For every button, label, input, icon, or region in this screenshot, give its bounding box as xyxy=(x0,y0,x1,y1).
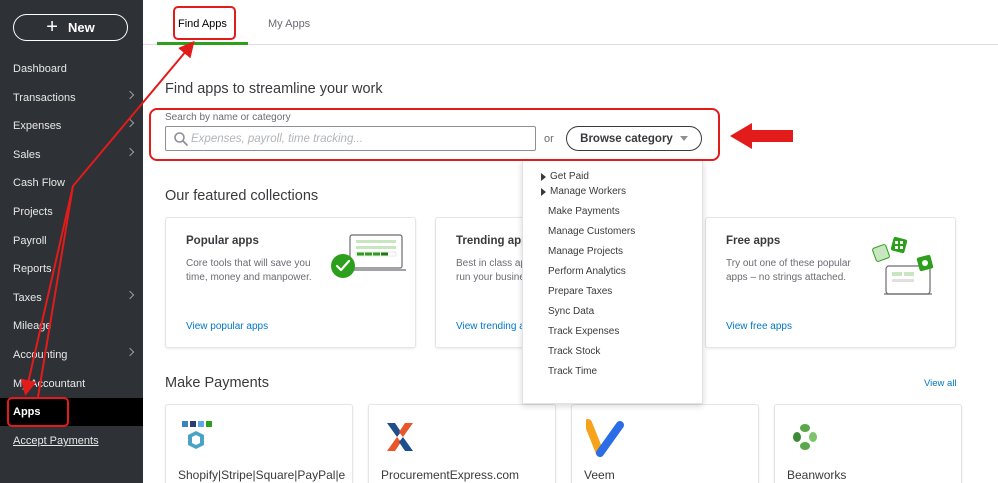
app-card-shopify[interactable]: Shopify|Stripe|Square|PayPal|e xyxy=(165,404,353,483)
chevron-right-icon xyxy=(125,118,135,128)
card-title: Free apps xyxy=(726,235,781,247)
dropdown-item-perform-analytics[interactable]: Perform Analytics xyxy=(548,266,626,277)
make-payments-title: Make Payments xyxy=(165,375,269,391)
app-name: Shopify|Stripe|Square|PayPal|e xyxy=(178,468,346,482)
dropdown-item-get-paid[interactable]: Get Paid xyxy=(541,171,589,182)
dropdown-item-manage-projects[interactable]: Manage Projects xyxy=(548,246,623,257)
chevron-right-icon xyxy=(125,290,135,300)
dropdown-item-track-expenses[interactable]: Track Expenses xyxy=(548,326,619,337)
expand-arrow-icon xyxy=(541,188,546,196)
sidebar-item-label: Projects xyxy=(13,206,53,218)
sidebar-item-accept-payments[interactable]: Accept Payments xyxy=(0,427,143,455)
highlight-find-apps-tab xyxy=(173,6,236,40)
sidebar-item-taxes[interactable]: Taxes xyxy=(0,284,143,312)
dropdown-item-track-time[interactable]: Track Time xyxy=(548,366,597,377)
sidebar-item-label: Mileage xyxy=(13,320,52,332)
app-card-beanworks[interactable]: Beanworks xyxy=(774,404,962,483)
sidebar-item-label: Expenses xyxy=(13,120,62,132)
procurementexpress-logo-icon xyxy=(387,423,413,451)
dropdown-item-manage-workers[interactable]: Manage Workers xyxy=(541,186,626,197)
app-card-procurementexpress[interactable]: ProcurementExpress.com xyxy=(368,404,556,483)
sidebar-item-mileage[interactable]: Mileage xyxy=(0,312,143,340)
sidebar-item-label: Payroll xyxy=(13,235,47,247)
plus-icon: + xyxy=(46,15,58,38)
free-apps-illustration xyxy=(872,236,934,295)
card-title: Popular apps xyxy=(186,235,259,247)
chevron-right-icon xyxy=(125,90,135,100)
sidebar-item-label: Reports xyxy=(13,263,52,275)
featured-card-free[interactable]: Free apps Try out one of these popular a… xyxy=(705,217,956,348)
sidebar-item-label: Transactions xyxy=(13,92,76,104)
sidebar-item-my-accountant[interactable]: My Accountant xyxy=(0,370,143,398)
featured-card-popular[interactable]: Popular apps Core tools that will save y… xyxy=(165,217,416,348)
tab-my-apps[interactable]: My Apps xyxy=(268,18,310,30)
sidebar-item-label: My Accountant xyxy=(13,378,86,390)
highlight-apps-nav xyxy=(7,397,69,427)
sidebar-item-dashboard[interactable]: Dashboard xyxy=(0,55,143,83)
dropdown-item-sync-data[interactable]: Sync Data xyxy=(548,306,594,317)
dropdown-item-manage-customers[interactable]: Manage Customers xyxy=(548,226,635,237)
view-popular-apps-link[interactable]: View popular apps xyxy=(186,321,268,332)
dropdown-item-prepare-taxes[interactable]: Prepare Taxes xyxy=(548,286,612,297)
active-tab-indicator xyxy=(157,42,248,45)
browse-category-dropdown: Get Paid Manage Workers Make Payments Ma… xyxy=(522,160,703,404)
app-card-veem[interactable]: Veem xyxy=(571,404,759,483)
view-free-apps-link[interactable]: View free apps xyxy=(726,321,792,332)
card-description-line: apps – no strings attached. xyxy=(726,272,847,283)
sidebar-item-expenses[interactable]: Expenses xyxy=(0,112,143,140)
app-name: Beanworks xyxy=(787,468,847,482)
dropdown-item-make-payments[interactable]: Make Payments xyxy=(548,206,620,217)
view-all-link[interactable]: View all xyxy=(924,378,957,389)
app-name: ProcurementExpress.com xyxy=(381,468,520,482)
sidebar-item-sales[interactable]: Sales xyxy=(0,141,143,169)
shopify-multi-logo-icon xyxy=(182,421,212,449)
sidebar-item-label: Accept Payments xyxy=(13,435,99,447)
app-name: Veem xyxy=(584,468,615,482)
new-button[interactable]: + New xyxy=(13,14,128,41)
sidebar-item-reports[interactable]: Reports xyxy=(0,255,143,283)
featured-collections-title: Our featured collections xyxy=(165,188,319,204)
arrow-left-icon xyxy=(730,123,793,149)
sidebar-item-label: Dashboard xyxy=(13,63,67,75)
card-description-line: time, money and manpower. xyxy=(186,272,312,283)
sidebar-item-label: Cash Flow xyxy=(13,177,65,189)
card-description-line: Core tools that will save you xyxy=(186,258,311,269)
sidebar-item-payroll[interactable]: Payroll xyxy=(0,227,143,255)
sidebar-item-accounting[interactable]: Accounting xyxy=(0,341,143,369)
sidebar-item-label: Sales xyxy=(13,149,41,161)
page-title: Find apps to streamline your work xyxy=(165,81,383,97)
sidebar-item-label: Taxes xyxy=(13,292,42,304)
sidebar-item-cash-flow[interactable]: Cash Flow xyxy=(0,169,143,197)
card-description-line: Try out one of these popular xyxy=(726,258,851,269)
tabs-divider xyxy=(143,44,998,45)
veem-logo-icon xyxy=(586,419,624,457)
chevron-right-icon xyxy=(125,147,135,157)
dropdown-item-label: Get Paid xyxy=(550,171,589,182)
chevron-right-icon xyxy=(125,347,135,357)
dropdown-item-track-stock[interactable]: Track Stock xyxy=(548,346,600,357)
expand-arrow-icon xyxy=(541,173,546,181)
card-description: Try out one of these popular apps – no s… xyxy=(726,257,851,285)
dropdown-item-label: Manage Workers xyxy=(550,186,626,197)
highlight-search-area xyxy=(149,108,720,161)
popular-apps-illustration xyxy=(331,234,406,278)
sidebar-item-transactions[interactable]: Transactions xyxy=(0,84,143,112)
card-description: Core tools that will save you time, mone… xyxy=(186,257,312,285)
sidebar-item-label: Accounting xyxy=(13,349,68,361)
beanworks-logo-icon xyxy=(793,424,817,450)
new-button-label: New xyxy=(67,20,95,35)
sidebar-item-projects[interactable]: Projects xyxy=(0,198,143,226)
